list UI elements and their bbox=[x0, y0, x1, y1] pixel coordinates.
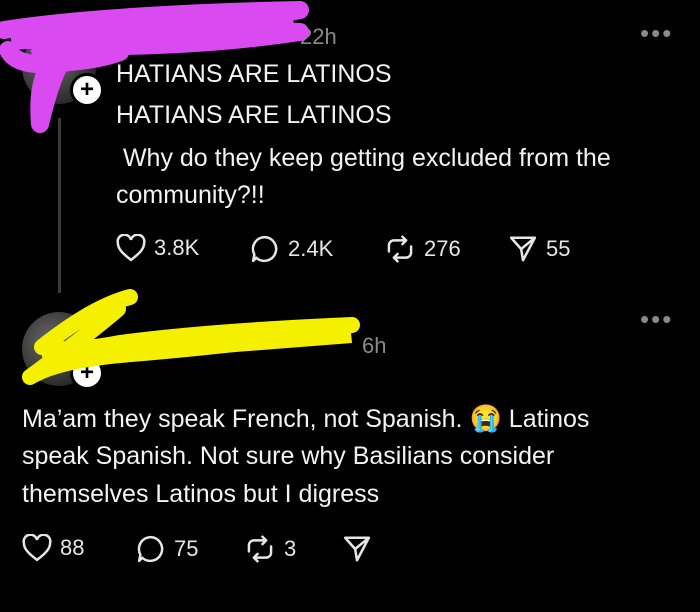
post2-like-button[interactable]: 88 bbox=[22, 534, 84, 562]
send-icon bbox=[509, 236, 537, 262]
post1-text-line3: Why do they keep getting excluded from t… bbox=[116, 144, 611, 172]
comment-icon bbox=[251, 235, 278, 263]
send-icon bbox=[343, 536, 371, 562]
repost-icon bbox=[387, 235, 413, 263]
post2-text-line2: speak Spanish. Not sure why Basilians co… bbox=[22, 442, 555, 470]
post1-comment-button[interactable]: 2.4K bbox=[250, 234, 333, 264]
post1-text-line4: community?!! bbox=[116, 181, 265, 209]
post1-like-count: 3.8K bbox=[154, 235, 200, 260]
post1-like-button[interactable]: 3.8K bbox=[116, 234, 199, 262]
post1-timestamp: 22h bbox=[300, 24, 337, 49]
post2-text-line1: Ma’am they speak French, not Spanish. 😭 … bbox=[22, 400, 589, 438]
post2-text-line1-a: Ma’am they speak French, not Spanish. bbox=[22, 405, 463, 433]
post1-repost-button[interactable]: 276 bbox=[384, 234, 461, 264]
post1-text-line1: HATIANS ARE LATINOS bbox=[116, 60, 392, 88]
post1-share-count: 55 bbox=[546, 236, 571, 261]
post1-more-icon[interactable]: ••• bbox=[640, 18, 673, 49]
post1-text-line2: HATIANS ARE LATINOS bbox=[116, 101, 392, 129]
repost-icon bbox=[247, 535, 273, 563]
post1-comment-count: 2.4K bbox=[288, 236, 334, 261]
comment-icon bbox=[137, 535, 164, 563]
post2-text-line3: themselves Latinos but I digress bbox=[22, 480, 380, 508]
yellow-redaction-scribble bbox=[22, 289, 360, 385]
post2-follow-plus-icon[interactable]: + bbox=[70, 356, 104, 390]
post1-follow-plus-icon[interactable]: + bbox=[70, 73, 104, 107]
heart-icon bbox=[22, 534, 52, 562]
thread-line bbox=[58, 118, 61, 293]
post2-text-line1-b: Latinos bbox=[508, 405, 590, 433]
post2-comment-count: 75 bbox=[174, 536, 199, 561]
post2-repost-button[interactable]: 3 bbox=[244, 534, 296, 564]
post2-comment-button[interactable]: 75 bbox=[136, 534, 198, 564]
post2-repost-count: 3 bbox=[284, 536, 297, 561]
post2-more-icon[interactable]: ••• bbox=[640, 304, 673, 335]
post2-like-count: 88 bbox=[60, 535, 85, 560]
crying-face-emoji-icon: 😭 bbox=[469, 403, 502, 433]
post1-share-button[interactable]: 55 bbox=[508, 234, 570, 264]
post2-timestamp: 6h bbox=[362, 333, 387, 358]
post2-share-button[interactable] bbox=[342, 534, 372, 564]
heart-icon bbox=[116, 234, 146, 262]
post1-repost-count: 276 bbox=[424, 236, 461, 261]
